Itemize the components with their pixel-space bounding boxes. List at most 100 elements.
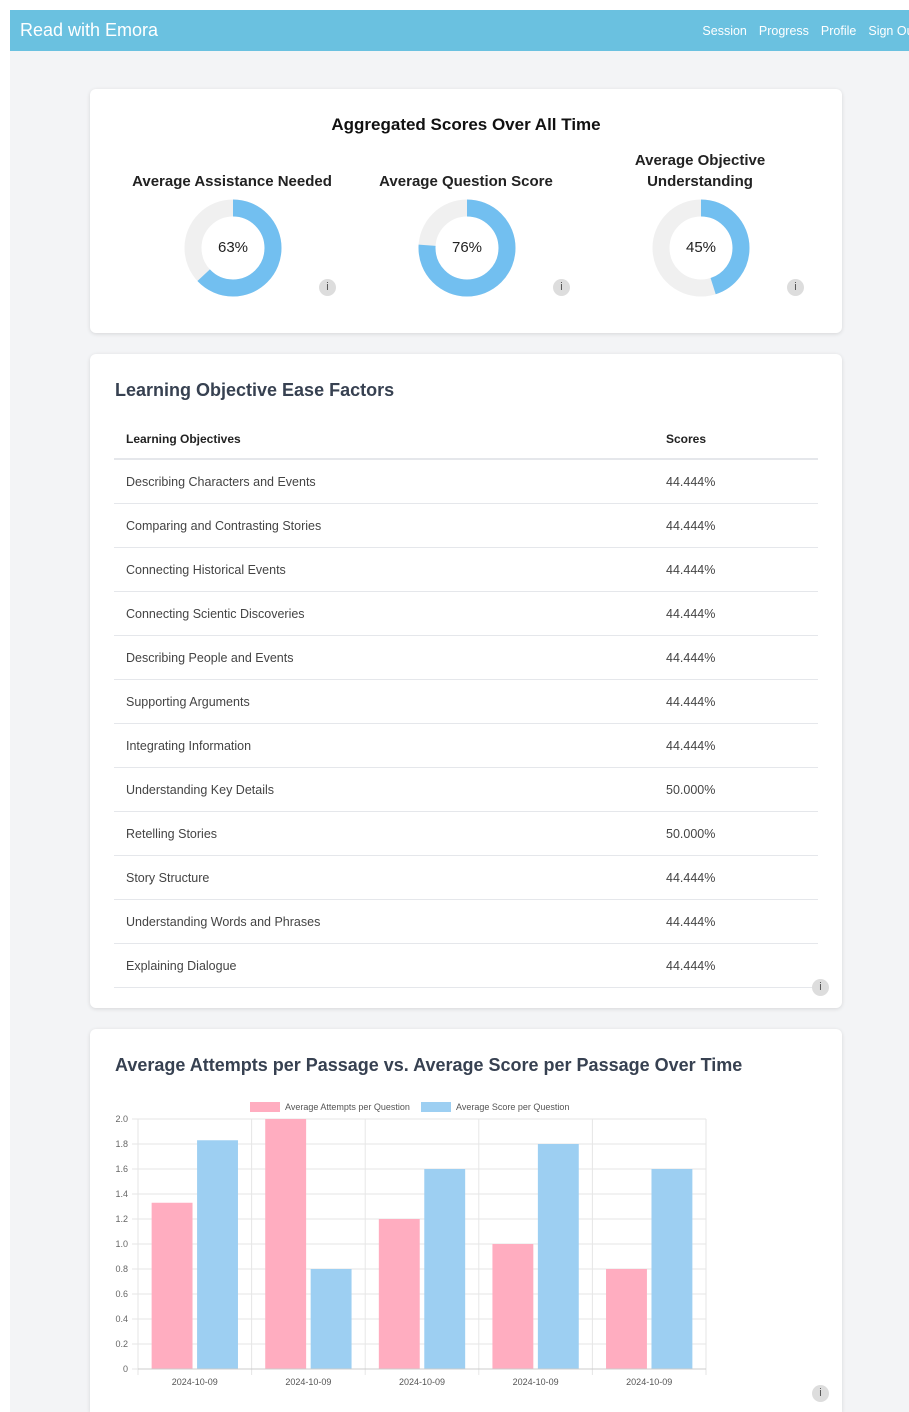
bar-chart: Average Attempts per Question Average Sco… xyxy=(115,1102,707,1387)
legend-label: Average Score per Question xyxy=(456,1102,569,1112)
objective-name-cell: Retelling Stories xyxy=(114,811,654,856)
y-tick-label: 2.0 xyxy=(115,1114,128,1124)
bar-score[interactable] xyxy=(197,1140,238,1369)
objective-score-cell: 44.444% xyxy=(654,899,818,944)
table-row: Connecting Scientic Discoveries 44.444% xyxy=(114,591,818,636)
table-row: Explaining Dialogue 44.444% xyxy=(114,943,818,988)
donut-percentage: 63% xyxy=(217,239,249,256)
donut-percentage: 76% xyxy=(451,239,483,256)
y-tick-label: 1.4 xyxy=(115,1189,128,1199)
objective-name-cell: Describing People and Events xyxy=(114,635,654,680)
y-tick-label: 1.8 xyxy=(115,1139,128,1149)
gauge-question-score: Average Question Score 76% i xyxy=(349,139,583,329)
x-tick-label: 2024-10-09 xyxy=(626,1377,672,1387)
bar-attempts[interactable] xyxy=(265,1119,307,1369)
table-row: Retelling Stories 50.000% xyxy=(114,811,818,856)
nav-session-link[interactable]: Session xyxy=(702,24,746,38)
donut-chart: 63% xyxy=(184,199,282,297)
objective-score-cell: 50.000% xyxy=(654,811,818,856)
table-row: Connecting Historical Events 44.444% xyxy=(114,547,818,592)
table-header-row: Learning Objectives Scores xyxy=(114,420,818,460)
aggregated-scores-card: Aggregated Scores Over All Time Average … xyxy=(90,89,842,333)
bar-attempts[interactable] xyxy=(151,1202,193,1369)
nav-progress-link[interactable]: Progress xyxy=(759,24,809,38)
objective-score-cell: 44.444% xyxy=(654,635,818,680)
y-tick-label: 0 xyxy=(123,1364,128,1374)
table-row: Describing Characters and Events 44.444% xyxy=(114,459,818,504)
x-tick-label: 2024-10-09 xyxy=(513,1377,559,1387)
table-row: Supporting Arguments 44.444% xyxy=(114,679,818,724)
bar-score[interactable] xyxy=(651,1169,693,1369)
objective-name-cell: Explaining Dialogue xyxy=(114,943,654,988)
objective-name-cell: Comparing and Contrasting Stories xyxy=(114,503,654,548)
objective-score-cell: 44.444% xyxy=(654,679,818,724)
table-row: Understanding Words and Phrases 44.444% xyxy=(114,899,818,944)
aggregated-scores-title: Aggregated Scores Over All Time xyxy=(331,115,601,134)
bar-score[interactable] xyxy=(537,1144,579,1369)
donut-chart: 45% xyxy=(652,199,750,297)
info-icon[interactable]: i xyxy=(553,279,570,296)
legend-label: Average Attempts per Question xyxy=(285,1102,410,1112)
info-icon[interactable]: i xyxy=(812,979,829,996)
x-tick-label: 2024-10-09 xyxy=(285,1377,331,1387)
objective-score-cell: 50.000% xyxy=(654,767,818,812)
ease-factors-title: Learning Objective Ease Factors xyxy=(115,380,395,400)
y-tick-label: 0.4 xyxy=(115,1314,128,1324)
y-tick-label: 0.6 xyxy=(115,1289,128,1299)
bar-attempts[interactable] xyxy=(606,1269,647,1369)
gauge-label: Average Assistance Needed xyxy=(132,173,332,190)
chart-container: Average Attempts per Question Average Sco… xyxy=(90,1089,842,1389)
gauge-label: Average Objective Understanding xyxy=(634,152,766,190)
donut-chart: 76% xyxy=(418,199,516,297)
gauge-assistance: Average Assistance Needed 63% i xyxy=(115,139,349,329)
nav-signout-link[interactable]: Sign Out xyxy=(868,24,909,38)
objective-score-cell: 44.444% xyxy=(654,503,818,548)
table-row: Comparing and Contrasting Stories 44.444% xyxy=(114,503,818,548)
bar-attempts[interactable] xyxy=(378,1219,420,1369)
y-tick-label: 1.2 xyxy=(115,1214,128,1224)
bar-attempts[interactable] xyxy=(492,1244,534,1369)
objective-score-cell: 44.444% xyxy=(654,855,818,900)
bar-score[interactable] xyxy=(424,1169,466,1369)
info-icon[interactable]: i xyxy=(319,279,336,296)
brand-logo[interactable]: Read with Emora xyxy=(10,20,158,41)
legend-swatch xyxy=(421,1102,451,1112)
objective-name-cell: Connecting Historical Events xyxy=(114,547,654,592)
objective-name-cell: Connecting Scientic Discoveries xyxy=(114,591,654,636)
objective-score-cell: 44.444% xyxy=(654,591,818,636)
legend-swatch xyxy=(250,1102,280,1112)
x-tick-label: 2024-10-09 xyxy=(399,1377,445,1387)
objective-name-cell: Integrating Information xyxy=(114,723,654,768)
column-header-objectives: Learning Objectives xyxy=(114,420,654,460)
nav-profile-link[interactable]: Profile xyxy=(821,24,856,38)
ease-factors-table: Learning Objectives Scores Describing Ch… xyxy=(114,420,818,988)
chart-legend: Average Attempts per Question Average Sco… xyxy=(250,1102,569,1112)
attempts-chart-title: Average Attempts per Passage vs. Average… xyxy=(115,1055,743,1075)
y-tick-label: 1.6 xyxy=(115,1164,128,1174)
table-row: Story Structure 44.444% xyxy=(114,855,818,900)
objective-name-cell: Supporting Arguments xyxy=(114,679,654,724)
objective-score-cell: 44.444% xyxy=(654,723,818,768)
bar-score[interactable] xyxy=(310,1269,352,1369)
attempts-score-card: Average Attempts per Passage vs. Average… xyxy=(90,1029,842,1412)
x-tick-label: 2024-10-09 xyxy=(172,1377,218,1387)
ease-factors-card: Learning Objective Ease Factors Learning… xyxy=(90,354,842,1008)
gauge-label: Average Question Score xyxy=(379,173,553,190)
objective-score-cell: 44.444% xyxy=(654,547,818,592)
info-icon[interactable]: i xyxy=(787,279,804,296)
donut-percentage: 45% xyxy=(685,239,717,256)
objective-score-cell: 44.444% xyxy=(654,943,818,988)
table-row: Understanding Key Details 50.000% xyxy=(114,767,818,812)
objective-name-cell: Understanding Key Details xyxy=(114,767,654,812)
y-tick-label: 1.0 xyxy=(115,1239,128,1249)
nav-links: Session Progress Profile Sign Out xyxy=(702,24,909,38)
column-header-scores: Scores xyxy=(654,420,818,460)
top-navbar: Read with Emora Session Progress Profile… xyxy=(10,10,909,51)
gauge-objective-understanding: Average Objective Understanding 45% i xyxy=(583,139,817,329)
y-tick-label: 0.2 xyxy=(115,1339,128,1349)
objective-name-cell: Story Structure xyxy=(114,855,654,900)
info-icon[interactable]: i xyxy=(812,1385,829,1402)
y-tick-label: 0.8 xyxy=(115,1264,128,1274)
objective-name-cell: Describing Characters and Events xyxy=(114,459,654,504)
objective-name-cell: Understanding Words and Phrases xyxy=(114,899,654,944)
